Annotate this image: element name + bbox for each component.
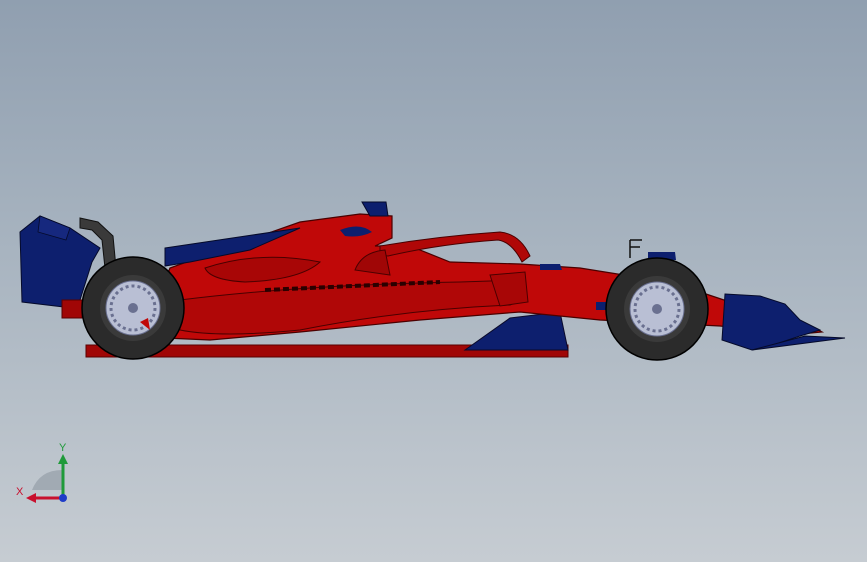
body-shell (159, 201, 825, 341)
axis-x-label: X (16, 486, 24, 498)
3d-viewport[interactable]: X Y (0, 0, 867, 562)
orientation-triad[interactable] (10, 440, 80, 510)
triad-plane (32, 470, 62, 490)
f1-car-model[interactable] (0, 0, 867, 562)
axis-y-label: Y (59, 442, 67, 454)
z-axis-point-icon (59, 494, 67, 502)
x-axis-arrow-icon (26, 493, 36, 503)
y-axis-arrow-icon (58, 454, 68, 464)
rear-wheel (81, 256, 185, 360)
front-wheel (605, 257, 709, 361)
